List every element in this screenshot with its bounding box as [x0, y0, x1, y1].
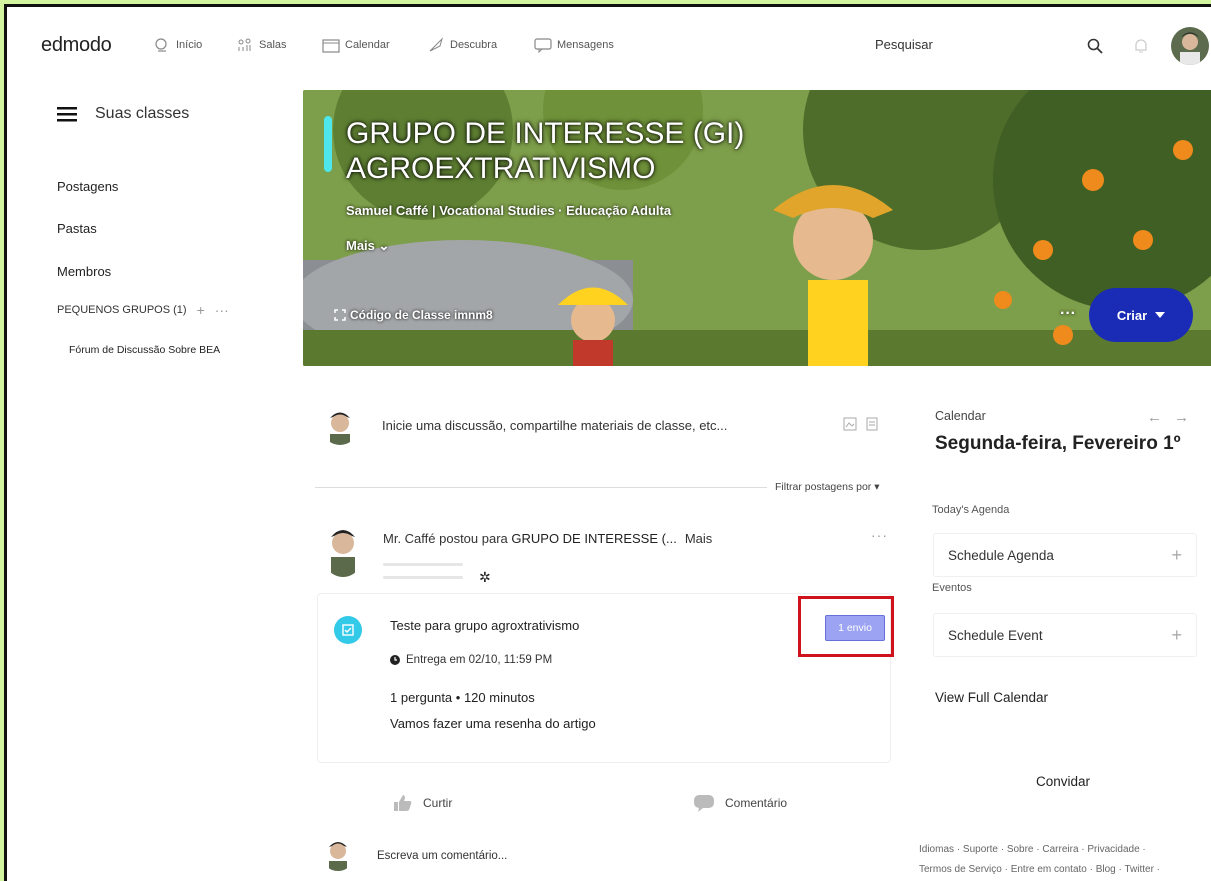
- assignment-title[interactable]: Teste para grupo agroxtrativismo: [390, 618, 579, 633]
- like-button[interactable]: Curtir: [393, 794, 452, 812]
- footer-links-line2[interactable]: Termos de Serviço · Entre em contato · B…: [919, 860, 1209, 880]
- sidebar-item-folders[interactable]: Pastas: [57, 221, 97, 236]
- post-composer-input[interactable]: Inicie uma discussão, compartilhe materi…: [382, 418, 727, 433]
- search-input[interactable]: Pesquisar: [875, 37, 933, 52]
- calendar-date: Segunda-feira, Fevereiro 1º: [935, 433, 1181, 454]
- clock-icon: [390, 655, 400, 665]
- assignment-info: 1 pergunta • 120 minutos: [390, 690, 535, 705]
- expand-icon: [334, 309, 346, 321]
- class-title-line1: GRUPO DE INTERESSE (GI): [346, 117, 745, 150]
- assignment-due: Entrega em 02/10, 11:59 PM: [390, 654, 552, 666]
- post-author-text: Mr. Caffé postou para: [383, 531, 512, 546]
- nav-discover-label: Descubra: [450, 39, 498, 51]
- assignment-icon: [334, 616, 362, 644]
- commenter-avatar: [321, 837, 355, 871]
- file-icon[interactable]: [865, 417, 879, 431]
- nav-home-label: Início: [176, 39, 203, 51]
- user-avatar[interactable]: [1171, 27, 1209, 65]
- app-frame: edmodo Início Salas Calendar Descubra Me…: [4, 4, 1211, 881]
- banner-more-button[interactable]: Mais ⌄: [346, 238, 389, 254]
- message-icon: [534, 38, 552, 53]
- calendar-nav: ← →: [1147, 409, 1189, 426]
- classes-icon: [238, 38, 251, 51]
- create-button-label: Criar: [1116, 307, 1148, 323]
- like-label: Curtir: [423, 796, 453, 810]
- calendar-widget-label: Calendar: [935, 409, 986, 423]
- your-classes-label: Suas classes: [95, 105, 190, 122]
- small-groups-more-button[interactable]: ···: [215, 302, 229, 318]
- hamburger-menu-icon[interactable]: [57, 105, 79, 123]
- arrow-left-icon[interactable]: ←: [1147, 409, 1162, 426]
- plus-icon: +: [1171, 624, 1182, 645]
- comment-icon: [694, 795, 714, 812]
- sidebar-item-posts[interactable]: Postagens: [57, 179, 118, 194]
- calendar-icon: [322, 39, 340, 53]
- view-full-calendar-link[interactable]: View Full Calendar: [935, 690, 1048, 705]
- post-author-avatar[interactable]: [321, 523, 365, 577]
- nav-discover[interactable]: Descubra: [427, 37, 497, 53]
- invite-button[interactable]: Convidar: [1036, 774, 1090, 789]
- post-group-link[interactable]: GRUPO DE INTERESSE (...: [511, 531, 676, 546]
- nav-classes-label: Salas: [259, 39, 287, 51]
- image-icon[interactable]: [843, 417, 857, 431]
- feed-divider: [315, 487, 767, 488]
- your-classes-header[interactable]: Suas classes: [57, 105, 189, 123]
- spark-icon: ✲: [479, 569, 491, 585]
- assignment-card[interactable]: Teste para grupo agroxtrativismo Entrega…: [317, 593, 894, 763]
- submissions-badge[interactable]: 1 envio: [825, 615, 885, 641]
- nav-classes[interactable]: Salas: [236, 37, 287, 53]
- home-icon: [155, 38, 167, 52]
- notification-bell-icon[interactable]: [1133, 37, 1149, 55]
- composer-avatar: [321, 407, 359, 445]
- post-menu-button[interactable]: ···: [871, 527, 888, 543]
- footer-links: Idiomas · Suporte · Sobre · Carreira · P…: [919, 840, 1209, 880]
- nav-messages-label: Mensagens: [557, 39, 614, 51]
- todays-agenda-label: Today's Agenda: [932, 504, 1010, 516]
- class-title: GRUPO DE INTERESSE (GI) AGROEXTRATIVISMO: [346, 116, 866, 186]
- nav-home[interactable]: Início: [153, 37, 202, 53]
- rocket-icon: [429, 37, 444, 52]
- composer-actions: [843, 417, 879, 431]
- search-icon[interactable]: [1087, 38, 1103, 54]
- sidebar-item-forum[interactable]: Fórum de Discussão Sobre BEA: [69, 344, 220, 356]
- small-groups-header: PEQUENOS GRUPOS (1) + ···: [57, 302, 229, 318]
- schedule-event-button[interactable]: Schedule Event +: [933, 613, 1197, 657]
- class-code[interactable]: Código de Classe imnm8: [334, 308, 493, 322]
- post-more-link[interactable]: Mais: [685, 531, 712, 546]
- assignment-due-text: Entrega em 02/10, 11:59 PM: [406, 654, 553, 666]
- arrow-right-icon[interactable]: →: [1174, 409, 1189, 426]
- sidebar-item-members[interactable]: Membros: [57, 264, 111, 279]
- plus-icon: +: [1171, 544, 1182, 565]
- create-button[interactable]: Criar: [1089, 288, 1193, 342]
- footer-links-line1[interactable]: Idiomas · Suporte · Sobre · Carreira · P…: [919, 840, 1209, 860]
- class-subtitle: Samuel Caffé | Vocational Studies · Educ…: [346, 203, 672, 218]
- nav-calendar-label: Calendar: [345, 39, 390, 51]
- class-code-label: Código de Classe imnm8: [350, 308, 493, 322]
- schedule-agenda-label: Schedule Agenda: [948, 547, 1054, 563]
- nav-calendar[interactable]: Calendar: [322, 37, 390, 53]
- events-label: Eventos: [932, 582, 972, 594]
- top-navigation: edmodo Início Salas Calendar Descubra Me…: [7, 7, 1211, 79]
- post-meta-blurred: [383, 553, 463, 587]
- comment-input[interactable]: Escreva um comentário...: [377, 850, 507, 862]
- add-small-group-button[interactable]: +: [197, 302, 205, 318]
- highlight-annotation-box: 1 envio: [798, 596, 894, 657]
- schedule-agenda-button[interactable]: Schedule Agenda +: [933, 533, 1197, 577]
- thumbs-up-icon: [394, 795, 412, 811]
- comment-label: Comentário: [725, 796, 788, 810]
- schedule-event-label: Schedule Event: [948, 627, 1043, 643]
- comment-button[interactable]: Comentário: [693, 794, 787, 812]
- chevron-down-icon: [1155, 311, 1166, 318]
- class-banner: GRUPO DE INTERESSE (GI) AGROEXTRATIVISMO…: [303, 90, 1211, 366]
- class-title-line2: AGROEXTRATIVISMO: [346, 152, 656, 185]
- small-groups-label[interactable]: PEQUENOS GRUPOS (1): [57, 304, 187, 316]
- post-header: Mr. Caffé postou para GRUPO DE INTERESSE…: [383, 531, 712, 546]
- edmodo-logo[interactable]: edmodo: [41, 34, 112, 57]
- assignment-description: Vamos fazer uma resenha do artigo: [390, 716, 596, 731]
- filter-posts-dropdown[interactable]: Filtrar postagens por ▾: [775, 481, 879, 493]
- nav-messages[interactable]: Mensagens: [534, 37, 614, 53]
- banner-menu-button[interactable]: ···: [1060, 305, 1076, 323]
- banner-accent-bar: [324, 116, 332, 172]
